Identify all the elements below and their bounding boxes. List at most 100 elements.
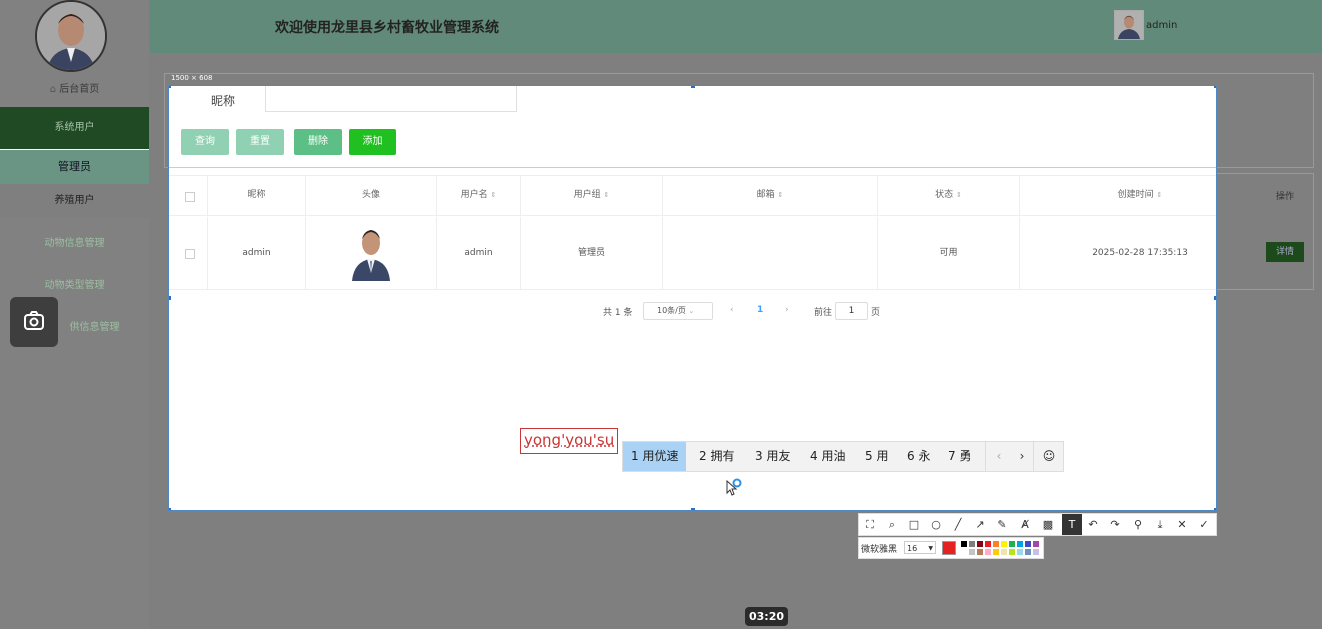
page-size-select[interactable]: 10条/页 ⌄ (643, 302, 713, 320)
ime-candidate[interactable]: 5 用 (865, 442, 888, 471)
query-button[interactable]: 查询 (181, 129, 229, 155)
ime-candidate[interactable]: 1 用优速 (623, 442, 687, 471)
table-header-username[interactable]: 用户名 ⇕ (437, 175, 521, 216)
color-swatch[interactable] (977, 549, 983, 555)
color-swatch[interactable] (1033, 541, 1039, 547)
ime-candidate[interactable]: 2 拥有 (699, 442, 734, 471)
resize-handle[interactable] (1214, 296, 1216, 300)
color-swatch[interactable] (993, 549, 999, 555)
sort-icon[interactable]: ⇕ (491, 191, 497, 199)
pen-icon[interactable]: ✎ (993, 516, 1011, 534)
resize-handle[interactable] (169, 508, 171, 510)
table-header-created[interactable]: 创建时间 ⇕ (1020, 175, 1216, 216)
resize-handle[interactable] (169, 296, 171, 300)
nickname-search-input[interactable] (265, 86, 517, 112)
screen-capture-icon[interactable]: ⛶ (861, 516, 879, 534)
ime-candidate[interactable]: 3 用友 (755, 442, 790, 471)
sidebar-item-label: 养殖用户 (54, 195, 95, 206)
line-icon[interactable]: ╱ (949, 516, 967, 534)
mosaic-icon[interactable]: ▩ (1039, 516, 1057, 534)
table-header-email[interactable]: 邮箱 ⇕ (663, 175, 878, 216)
sort-icon[interactable]: ⇕ (604, 191, 610, 199)
sidebar-item-animal-info[interactable]: 动物信息管理 (0, 234, 149, 249)
ime-candidate[interactable]: 7 勇 (948, 442, 971, 471)
color-swatch[interactable] (1017, 549, 1023, 555)
prev-page-icon[interactable]: ‹ (730, 305, 734, 315)
color-swatch[interactable] (1009, 549, 1015, 555)
color-swatch[interactable] (1001, 541, 1007, 547)
capture-size-label: 1500 × 608 (171, 74, 213, 82)
check-icon[interactable]: ✓ (1195, 516, 1213, 534)
sort-icon[interactable]: ⇕ (1157, 191, 1163, 199)
camera-button[interactable] (10, 297, 58, 347)
ellipse-icon[interactable]: ○ (927, 516, 945, 534)
add-button[interactable]: 添加 (349, 129, 396, 155)
marker-icon[interactable]: Ⱥ (1016, 516, 1034, 534)
table-header-avatar: 头像 (306, 175, 437, 216)
sort-icon[interactable]: ⇕ (778, 191, 784, 199)
download-icon[interactable]: ⤓ (1151, 516, 1169, 534)
magnifier-icon[interactable]: ⌕ (883, 516, 901, 534)
screenshot-toolbar: ⛶ ⌕ □ ○ ╱ ↗ ✎ Ⱥ ▩ T ↶ ↷ ⚲ ⤓ ✕ ✓ (858, 513, 1217, 536)
goto-page-input[interactable]: 1 (835, 302, 868, 320)
color-swatch[interactable] (993, 541, 999, 547)
ime-candidate[interactable]: 4 用油 (810, 442, 845, 471)
color-swatch[interactable] (985, 549, 991, 555)
current-color-swatch[interactable] (942, 541, 956, 555)
pagination-total: 共 1 条 (603, 308, 633, 318)
resize-handle[interactable] (1214, 508, 1216, 510)
ime-candidate-bar: 1 用优速 2 拥有 3 用友 4 用油 5 用 6 永 7 勇 ‹ › ☺ (622, 441, 1064, 472)
user-avatar[interactable] (1114, 10, 1144, 40)
header-label: 用户名 (460, 190, 488, 200)
page-size-value: 10条/页 (657, 306, 686, 315)
emoji-icon[interactable]: ☺ (1033, 442, 1064, 471)
sort-icon[interactable]: ⇕ (956, 191, 962, 199)
close-icon[interactable]: ✕ (1173, 516, 1191, 534)
delete-button[interactable]: 删除 (294, 129, 342, 155)
sidebar-item-breeders[interactable]: 养殖用户 (0, 184, 149, 218)
color-swatch[interactable] (1001, 549, 1007, 555)
color-swatch[interactable] (1033, 549, 1039, 555)
cell-nickname: admin (208, 217, 306, 290)
sidebar-item-system-users[interactable]: 系统用户 (0, 107, 149, 149)
mouse-cursor-icon (726, 478, 746, 501)
color-swatch[interactable] (1025, 541, 1031, 547)
ime-candidate[interactable]: 6 永 (907, 442, 930, 471)
sidebar-item-admin[interactable]: 管理员 (0, 149, 149, 185)
header-username[interactable]: admin (1146, 20, 1177, 31)
cell-username: admin (437, 217, 521, 290)
ime-next-icon[interactable]: › (1011, 442, 1033, 471)
redo-icon[interactable]: ↷ (1106, 516, 1124, 534)
rectangle-icon[interactable]: □ (905, 516, 923, 534)
ime-prev-icon[interactable]: ‹ (985, 442, 1012, 471)
color-swatch[interactable] (969, 541, 975, 547)
color-swatch[interactable] (977, 541, 983, 547)
color-swatch[interactable] (961, 549, 967, 555)
resize-handle[interactable] (691, 86, 695, 88)
color-swatch[interactable] (1017, 541, 1023, 547)
table-header-status[interactable]: 状态 ⇕ (878, 175, 1020, 216)
next-page-icon[interactable]: › (785, 305, 789, 315)
table-header-group[interactable]: 用户组 ⇕ (521, 175, 663, 216)
sidebar-item-animal-type[interactable]: 动物类型管理 (0, 276, 149, 291)
reset-button[interactable]: 重置 (236, 129, 284, 155)
sidebar-item-home[interactable]: ⌂ 后台首页 (0, 80, 149, 96)
undo-icon[interactable]: ↶ (1084, 516, 1102, 534)
color-swatch[interactable] (985, 541, 991, 547)
page-unit-label: 页 (871, 308, 881, 318)
resize-handle[interactable] (691, 508, 695, 510)
cell-checkbox (169, 217, 208, 290)
resize-handle[interactable] (1214, 86, 1216, 88)
color-swatch[interactable] (1025, 549, 1031, 555)
resize-handle[interactable] (169, 86, 171, 88)
arrow-icon[interactable]: ↗ (971, 516, 989, 534)
font-name-select[interactable]: 微软雅黑 (861, 542, 897, 555)
detail-button[interactable]: 详情 (1266, 242, 1304, 262)
color-swatch[interactable] (969, 549, 975, 555)
color-swatch[interactable] (961, 541, 967, 547)
font-size-select[interactable]: 16 ▼ (904, 541, 936, 554)
text-icon[interactable]: T (1062, 514, 1082, 535)
page-number-current[interactable]: 1 (757, 305, 763, 315)
pin-icon[interactable]: ⚲ (1129, 516, 1147, 534)
color-swatch[interactable] (1009, 541, 1015, 547)
